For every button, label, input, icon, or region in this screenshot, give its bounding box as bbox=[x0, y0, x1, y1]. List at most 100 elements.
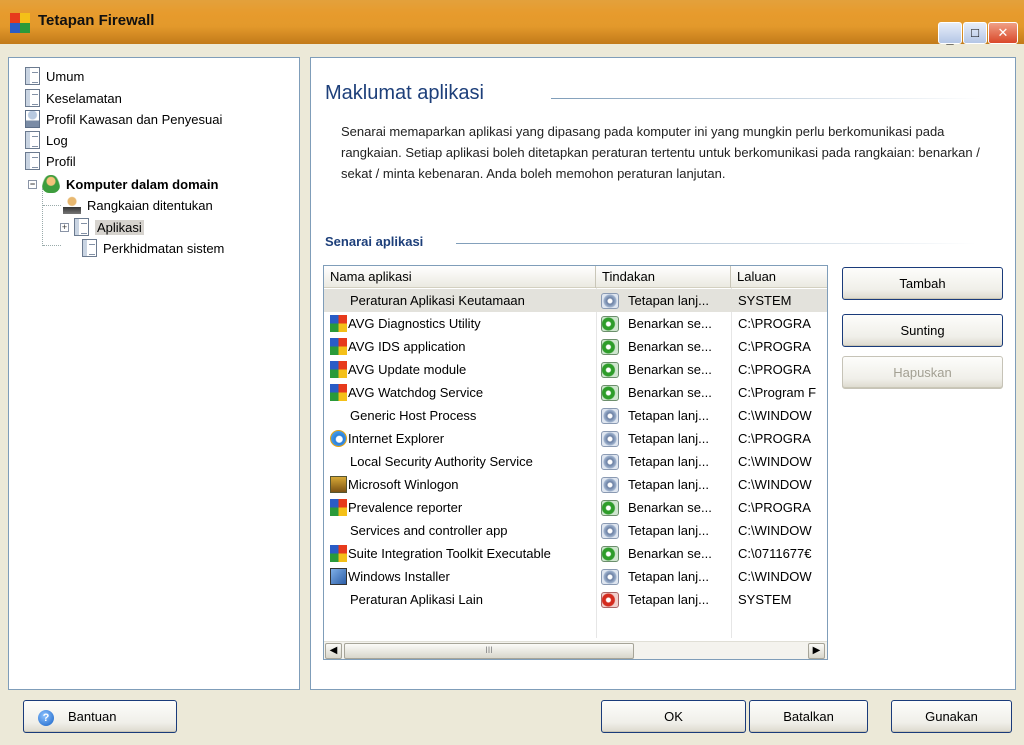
table-row[interactable]: Generic Host Process Tetapan lanj... C:\WI… bbox=[324, 404, 827, 427]
path-cell: C:\WINDOW bbox=[738, 523, 812, 538]
scroll-right-button[interactable]: ▶ bbox=[808, 643, 825, 659]
help-button[interactable]: ? Bantuan bbox=[23, 700, 177, 733]
action-text: Benarkan se... bbox=[628, 339, 712, 354]
minimize-button[interactable]: _ bbox=[938, 22, 962, 46]
title-bar[interactable]: Tetapan Firewall _ □ ✕ bbox=[0, 0, 1024, 46]
expand-icon[interactable]: + bbox=[60, 222, 69, 232]
action-text: Benarkan se... bbox=[628, 385, 712, 400]
table-row[interactable]: Peraturan Aplikasi Keutamaan Tetapan lanj… bbox=[324, 289, 827, 312]
action-cell: Tetapan lanj... bbox=[601, 565, 727, 588]
table-row[interactable]: AVG Watchdog Service Benarkan se... C:\Pro… bbox=[324, 381, 827, 404]
path-cell: C:\WINDOW bbox=[738, 454, 812, 469]
gear-icon bbox=[601, 477, 619, 493]
app-name-cell: Internet Explorer bbox=[348, 431, 445, 446]
tree-item-perkhidmatan-sistem[interactable]: Perkhidmatan sistem bbox=[82, 238, 224, 258]
collapse-icon[interactable]: − bbox=[28, 179, 37, 189]
action-cell: Tetapan lanj... bbox=[601, 289, 727, 312]
app-name-cell: Local Security Authority Service bbox=[350, 454, 533, 469]
scroll-left-button[interactable]: ◀ bbox=[325, 643, 342, 659]
apply-button[interactable]: Gunakan bbox=[891, 700, 1012, 733]
tree-item-label: Rangkaian ditentukan bbox=[87, 197, 213, 213]
tree-item-umum[interactable]: Umum bbox=[25, 66, 84, 86]
table-row[interactable]: AVG IDS application Benarkan se... C:\PROG… bbox=[324, 335, 827, 358]
block-icon bbox=[601, 592, 619, 608]
avg-icon bbox=[330, 499, 347, 516]
tree-item-keselamatan[interactable]: Keselamatan bbox=[25, 88, 122, 108]
avg-icon bbox=[330, 315, 347, 332]
action-cell: Tetapan lanj... bbox=[601, 588, 727, 611]
horizontal-scrollbar[interactable]: ◀ III ▶ bbox=[324, 641, 827, 659]
ok-button[interactable]: OK bbox=[601, 700, 746, 733]
column-header-name[interactable]: Nama aplikasi bbox=[324, 266, 596, 288]
page-icon bbox=[25, 89, 40, 107]
section-title: Senarai aplikasi bbox=[325, 234, 424, 249]
action-text: Tetapan lanj... bbox=[628, 592, 709, 607]
table-row[interactable]: Prevalence reporter Benarkan se... C:\PROG… bbox=[324, 496, 827, 519]
column-header-action[interactable]: Tindakan bbox=[596, 266, 731, 288]
winlogon-icon bbox=[330, 476, 347, 493]
page-description: Senarai memaparkan aplikasi yang dipasan… bbox=[341, 124, 980, 181]
gear-icon bbox=[601, 408, 619, 424]
path-cell: SYSTEM bbox=[738, 592, 792, 607]
tree-item-label: Log bbox=[46, 132, 68, 148]
tree-item-label: Keselamatan bbox=[46, 90, 122, 106]
scrollbar-thumb[interactable]: III bbox=[344, 643, 634, 659]
maximize-button[interactable]: □ bbox=[963, 22, 987, 44]
table-row[interactable]: AVG Update module Benarkan se... C:\PROGRA bbox=[324, 358, 827, 381]
app-name-cell: Suite Integration Toolkit Executable bbox=[348, 546, 551, 561]
action-cell: Tetapan lanj... bbox=[601, 450, 727, 473]
tree-item-profil-kawasan[interactable]: Profil Kawasan dan Penyesuai bbox=[25, 109, 222, 129]
app-name-cell: Peraturan Aplikasi Lain bbox=[350, 592, 483, 607]
table-row[interactable]: Windows Installer Tetapan lanj... C:\WINDO… bbox=[324, 565, 827, 588]
network-icon bbox=[25, 110, 40, 128]
path-cell: C:\WINDOW bbox=[738, 477, 812, 492]
minimize-icon: _ bbox=[946, 31, 954, 46]
tree-item-label: Umum bbox=[46, 68, 85, 84]
table-row[interactable]: AVG Diagnostics Utility Benarkan se... C:\… bbox=[324, 312, 827, 335]
avg-icon bbox=[330, 361, 347, 378]
ie-icon bbox=[330, 430, 347, 447]
allow-icon bbox=[601, 316, 619, 332]
action-text: Benarkan se... bbox=[628, 500, 712, 515]
page-icon bbox=[82, 239, 97, 257]
tree-item-komputer-dalam-domain[interactable]: − Komputer dalam domain bbox=[28, 174, 218, 194]
table-row[interactable]: Services and controller app Tetapan lanj.… bbox=[324, 519, 827, 542]
cancel-button[interactable]: Batalkan bbox=[749, 700, 868, 733]
app-name-cell: Windows Installer bbox=[348, 569, 450, 584]
action-text: Tetapan lanj... bbox=[628, 408, 709, 423]
tree-connector bbox=[42, 188, 43, 246]
close-button[interactable]: ✕ bbox=[988, 22, 1018, 44]
tree-item-aplikasi[interactable]: + Aplikasi bbox=[60, 217, 144, 237]
allow-icon bbox=[601, 385, 619, 401]
tree-connector bbox=[43, 245, 61, 246]
avg-icon bbox=[330, 545, 347, 562]
column-header-path[interactable]: Laluan bbox=[731, 266, 827, 288]
path-cell: C:\Program F bbox=[738, 385, 817, 400]
list-header: Nama aplikasi Tindakan Laluan bbox=[324, 266, 827, 288]
action-cell: Benarkan se... bbox=[601, 381, 727, 404]
action-text: Tetapan lanj... bbox=[628, 431, 709, 446]
action-text: Tetapan lanj... bbox=[628, 569, 709, 584]
application-list[interactable]: Nama aplikasi Tindakan Laluan Peraturan … bbox=[323, 265, 828, 660]
table-row[interactable]: Local Security Authority Service Tetapan … bbox=[324, 450, 827, 473]
page-icon bbox=[74, 218, 89, 236]
page-icon bbox=[25, 67, 40, 85]
delete-button[interactable]: Hapuskan bbox=[842, 356, 1003, 389]
avg-icon bbox=[330, 338, 347, 355]
app-name-cell: Prevalence reporter bbox=[348, 500, 463, 515]
table-row[interactable]: Peraturan Aplikasi Lain Tetapan lanj... SY… bbox=[324, 588, 827, 611]
page-title: Maklumat aplikasi bbox=[325, 82, 484, 104]
table-row[interactable]: Suite Integration Toolkit Executable Bena… bbox=[324, 542, 827, 565]
tree-connector bbox=[43, 205, 61, 206]
app-name-cell: Microsoft Winlogon bbox=[348, 477, 459, 492]
window-title: Tetapan Firewall bbox=[38, 12, 155, 29]
table-row[interactable]: Microsoft Winlogon Tetapan lanj... C:\WIND… bbox=[324, 473, 827, 496]
tree-item-log[interactable]: Log bbox=[25, 130, 68, 150]
action-text: Benarkan se... bbox=[628, 316, 712, 331]
table-row[interactable]: Internet Explorer Tetapan lanj... C:\PROGR… bbox=[324, 427, 827, 450]
tree-item-rangkaian-ditentukan[interactable]: Rangkaian ditentukan bbox=[63, 195, 213, 215]
action-cell: Tetapan lanj... bbox=[601, 427, 727, 450]
tree-item-profil[interactable]: Profil bbox=[25, 151, 76, 171]
edit-button[interactable]: Sunting bbox=[842, 314, 1003, 347]
add-button[interactable]: Tambah bbox=[842, 267, 1003, 300]
